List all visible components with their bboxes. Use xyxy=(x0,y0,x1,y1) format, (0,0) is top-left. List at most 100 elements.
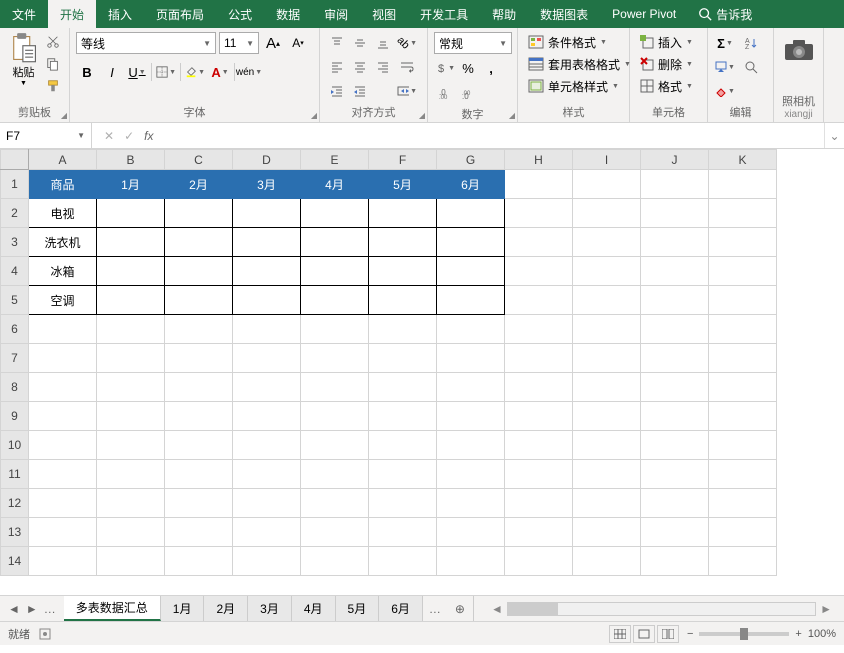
cell[interactable] xyxy=(369,547,437,576)
cell[interactable] xyxy=(233,431,301,460)
sheet-nav-first[interactable]: ◄ xyxy=(8,602,20,616)
cell[interactable] xyxy=(709,315,777,344)
cell[interactable] xyxy=(437,489,505,518)
cell[interactable] xyxy=(505,170,573,199)
cell[interactable] xyxy=(641,518,709,547)
cell[interactable] xyxy=(165,402,233,431)
cell[interactable] xyxy=(437,344,505,373)
sheet-tab[interactable]: 2月 xyxy=(204,596,248,621)
sheet-tab[interactable]: 多表数据汇总 xyxy=(64,596,161,621)
cell[interactable] xyxy=(437,257,505,286)
italic-button[interactable]: I xyxy=(101,61,123,83)
align-left-button[interactable] xyxy=(326,56,348,78)
cell[interactable] xyxy=(97,402,165,431)
camera-button[interactable] xyxy=(783,38,815,62)
cell[interactable] xyxy=(505,402,573,431)
row-header[interactable]: 2 xyxy=(1,199,29,228)
cell[interactable] xyxy=(165,286,233,315)
sheet-more[interactable]: … xyxy=(423,602,447,616)
view-normal-button[interactable] xyxy=(609,625,631,643)
cell[interactable] xyxy=(97,257,165,286)
row-header[interactable]: 14 xyxy=(1,547,29,576)
cell[interactable] xyxy=(233,402,301,431)
select-all-corner[interactable] xyxy=(1,150,29,170)
cell[interactable] xyxy=(369,489,437,518)
cell[interactable] xyxy=(301,199,369,228)
cell[interactable] xyxy=(573,431,641,460)
sheet-tab[interactable]: 6月 xyxy=(379,596,423,621)
cell[interactable] xyxy=(97,344,165,373)
cut-button[interactable] xyxy=(43,32,63,52)
tab-file[interactable]: 文件 xyxy=(0,0,48,28)
cell[interactable] xyxy=(437,547,505,576)
paste-button[interactable]: 粘贴 ▼ xyxy=(6,32,41,87)
format-painter-button[interactable] xyxy=(43,76,63,96)
view-pagebreak-button[interactable] xyxy=(657,625,679,643)
tab-datachart[interactable]: 数据图表 xyxy=(528,0,600,28)
cell[interactable] xyxy=(505,373,573,402)
orientation-button[interactable]: ab▼ xyxy=(396,32,418,54)
number-format-combo[interactable]: 常规▼ xyxy=(434,32,512,54)
dialog-launcher-icon[interactable]: ◢ xyxy=(419,111,425,120)
cell[interactable] xyxy=(369,431,437,460)
cell[interactable] xyxy=(233,547,301,576)
cell[interactable] xyxy=(97,518,165,547)
cell[interactable]: 空调 xyxy=(29,286,97,315)
cell[interactable] xyxy=(97,547,165,576)
cell[interactable] xyxy=(97,286,165,315)
row-header[interactable]: 13 xyxy=(1,518,29,547)
cell[interactable] xyxy=(301,257,369,286)
cell[interactable] xyxy=(573,286,641,315)
tab-view[interactable]: 视图 xyxy=(360,0,408,28)
zoom-value[interactable]: 100% xyxy=(808,628,836,640)
align-top-button[interactable] xyxy=(326,32,348,54)
cell[interactable] xyxy=(165,257,233,286)
cell[interactable] xyxy=(233,460,301,489)
cell[interactable] xyxy=(709,402,777,431)
increase-decimal-button[interactable]: .0.00 xyxy=(434,82,456,104)
cell[interactable] xyxy=(437,460,505,489)
dialog-launcher-icon[interactable]: ◢ xyxy=(311,111,317,120)
clear-button[interactable]: ▼ xyxy=(714,80,736,102)
fill-button[interactable]: ▼ xyxy=(714,56,736,78)
row-header[interactable]: 1 xyxy=(1,170,29,199)
cell[interactable]: 2月 xyxy=(165,170,233,199)
cell[interactable] xyxy=(97,431,165,460)
cell[interactable] xyxy=(165,228,233,257)
cell[interactable] xyxy=(641,257,709,286)
col-header[interactable]: F xyxy=(369,150,437,170)
cell[interactable] xyxy=(641,170,709,199)
name-box[interactable]: F7 ▼ xyxy=(0,123,92,148)
horizontal-scrollbar[interactable]: ◄ ► xyxy=(487,602,836,616)
cell[interactable] xyxy=(301,460,369,489)
cell[interactable] xyxy=(437,431,505,460)
cell[interactable]: 4月 xyxy=(301,170,369,199)
cell[interactable] xyxy=(369,286,437,315)
cell[interactable] xyxy=(301,315,369,344)
decrease-indent-button[interactable] xyxy=(326,80,348,102)
cell[interactable] xyxy=(369,315,437,344)
cell[interactable]: 电视 xyxy=(29,199,97,228)
cell[interactable] xyxy=(369,257,437,286)
cell[interactable] xyxy=(165,518,233,547)
dialog-launcher-icon[interactable]: ◢ xyxy=(509,111,515,120)
cell[interactable] xyxy=(97,228,165,257)
increase-indent-button[interactable] xyxy=(349,80,371,102)
cell[interactable] xyxy=(165,315,233,344)
align-middle-button[interactable] xyxy=(349,32,371,54)
cell[interactable] xyxy=(29,547,97,576)
increase-font-button[interactable]: A▴ xyxy=(262,32,284,54)
insert-cells-button[interactable]: 插入▼ xyxy=(636,32,697,52)
cell[interactable] xyxy=(573,373,641,402)
cell[interactable] xyxy=(165,489,233,518)
cell[interactable] xyxy=(641,344,709,373)
cell[interactable] xyxy=(301,373,369,402)
row-header[interactable]: 8 xyxy=(1,373,29,402)
currency-button[interactable]: $▼ xyxy=(434,57,456,79)
copy-button[interactable] xyxy=(43,54,63,74)
cell[interactable] xyxy=(165,547,233,576)
row-header[interactable]: 9 xyxy=(1,402,29,431)
col-header[interactable]: B xyxy=(97,150,165,170)
cell[interactable] xyxy=(165,373,233,402)
cell[interactable] xyxy=(709,489,777,518)
